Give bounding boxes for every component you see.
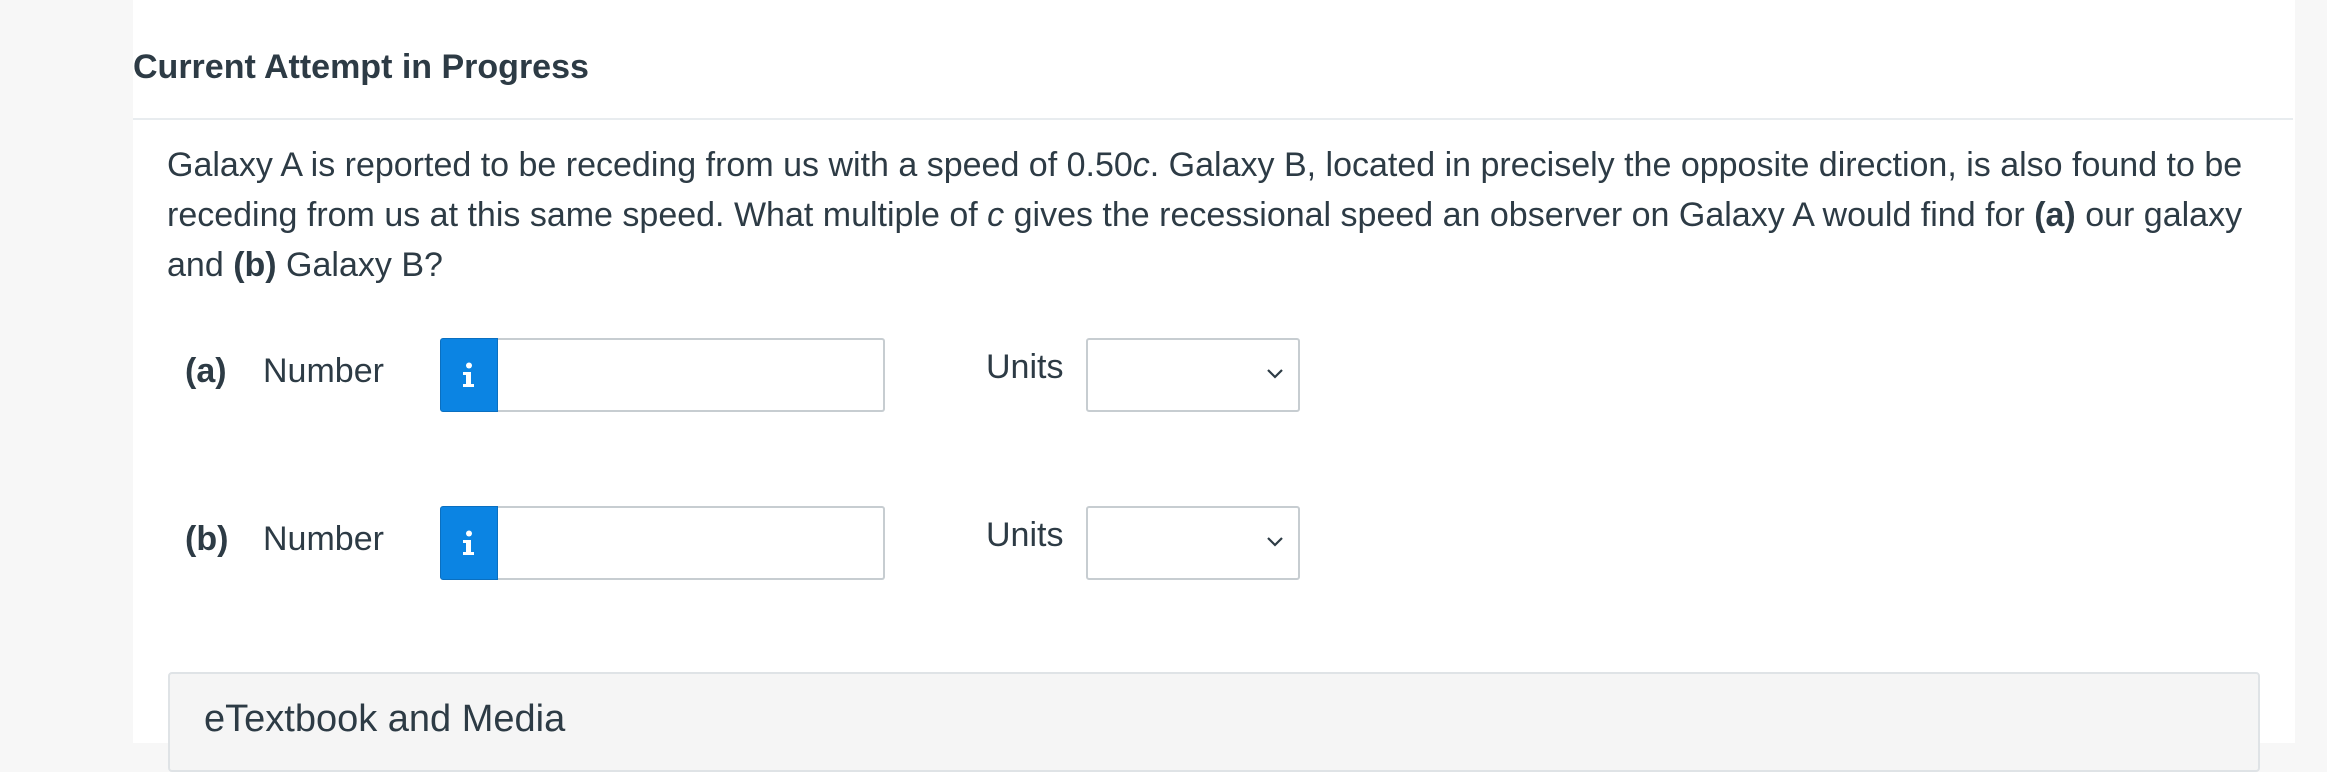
info-button-b[interactable] <box>440 506 498 580</box>
speed-of-light-symbol: c <box>1132 146 1150 184</box>
number-label-a: Number <box>263 352 384 390</box>
etextbook-media-title: eTextbook and Media <box>204 698 566 740</box>
units-label-a: Units <box>986 348 1064 386</box>
chevron-down-icon <box>1267 369 1283 379</box>
question-text-part: Galaxy A is reported to be receding from… <box>167 146 1133 184</box>
part-a-reference: (a) <box>2034 196 2076 234</box>
answer-row-a: (a) Number Units <box>185 338 1385 412</box>
answer-row-b: (b) Number Units <box>185 506 1385 580</box>
number-label-b: Number <box>263 520 384 558</box>
chevron-down-icon <box>1267 537 1283 547</box>
etextbook-media-panel[interactable]: eTextbook and Media <box>168 672 2260 772</box>
part-label-a: (a) <box>185 352 227 390</box>
attempt-heading: Current Attempt in Progress <box>133 48 589 86</box>
question-page: Current Attempt in Progress Galaxy A is … <box>133 0 2295 772</box>
number-input-b[interactable] <box>498 506 885 580</box>
part-label-b: (b) <box>185 520 229 558</box>
info-button-a[interactable] <box>440 338 498 412</box>
question-text: Galaxy A is reported to be receding from… <box>167 140 2277 290</box>
question-text-part: gives the recessional speed an observer … <box>1004 196 2035 234</box>
info-icon <box>463 530 474 555</box>
units-select-a[interactable] <box>1086 338 1300 412</box>
speed-of-light-symbol: c <box>987 196 1005 234</box>
question-text-part: Galaxy B? <box>276 246 443 284</box>
units-label-b: Units <box>986 516 1064 554</box>
info-icon <box>463 362 474 387</box>
units-select-b[interactable] <box>1086 506 1300 580</box>
heading-divider <box>133 118 2293 120</box>
number-input-a[interactable] <box>498 338 885 412</box>
part-b-reference: (b) <box>233 246 277 284</box>
